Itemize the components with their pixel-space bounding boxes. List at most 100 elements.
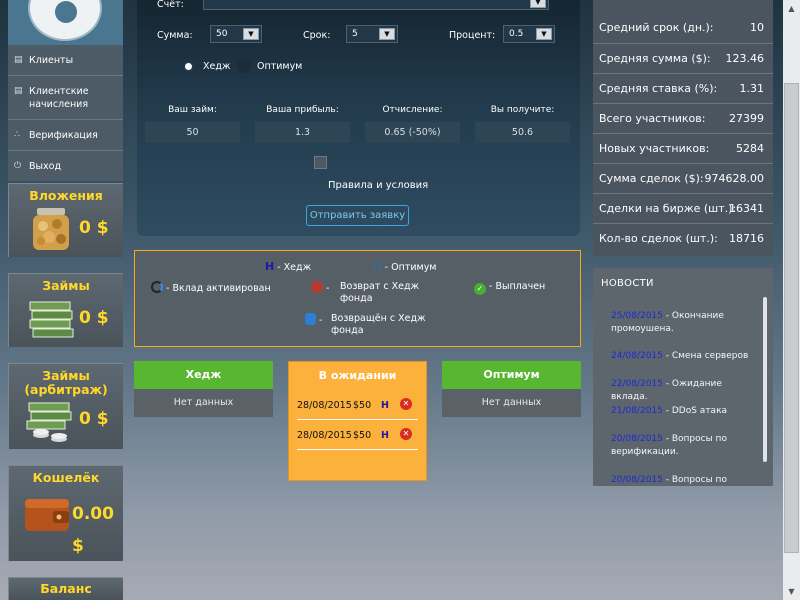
news-text: - DDoS атака — [665, 406, 728, 416]
tile-title: Займы — [42, 278, 90, 293]
sidebar-item-verification[interactable]: ∴ Верификация — [8, 120, 123, 151]
scrollbar-thumb[interactable] — [784, 83, 799, 553]
percent-value: 0.5 — [509, 29, 524, 39]
term-label: Срок: — [303, 30, 331, 41]
stat-value: 16341 — [729, 202, 764, 215]
stat-label: Новых участников: — [599, 142, 710, 155]
news-item[interactable]: 22/08/2015 - Ожидание вклада. — [611, 378, 751, 404]
avatar[interactable] — [8, 0, 123, 45]
stat-value: 123.46 — [725, 52, 765, 65]
term-select[interactable]: 5 ▼ — [346, 25, 398, 43]
scroll-down-icon[interactable]: ▼ — [783, 583, 800, 600]
table-row[interactable]: 28/08/2015 $50 H ✕ — [297, 390, 418, 420]
sidebar-item-clients[interactable]: ▤ Клиенты — [8, 45, 123, 76]
returned-from-icon — [305, 313, 316, 325]
share-icon: ∴ — [14, 130, 20, 140]
news-scrollbar[interactable] — [763, 297, 767, 462]
pending-date: 28/08/2015 — [297, 430, 352, 441]
news-item[interactable]: 24/08/2015 - Смена серверов — [611, 350, 751, 363]
chevron-down-icon: ▼ — [243, 28, 259, 40]
legend-returned-from-label: Возвращён с Хедж фонда — [331, 313, 426, 336]
loan-form: Счёт: ▼ Сумма: 50 ▼ Срок: 5 ▼ Процент: 0… — [137, 0, 580, 236]
sum-label: Сумма: — [157, 30, 193, 41]
sidebar-item-label: Выход — [29, 161, 62, 172]
legend-return-fund-label: Возврат с Хедж фонда — [340, 281, 420, 304]
col-loan-header: Ваш займ: — [168, 105, 217, 115]
news-date: 25/08/2015 — [611, 311, 663, 321]
rules-link[interactable]: Правила и условия — [328, 180, 428, 191]
sidebar-item-label: Клиенты — [29, 55, 74, 66]
news-item[interactable]: 20/08/2015 - Вопросы по — [611, 474, 751, 486]
news-title: НОВОСТИ — [601, 278, 654, 289]
percent-label: Процент: — [449, 30, 496, 41]
sidebar-item-label: Верификация — [29, 130, 98, 141]
sum-select[interactable]: 50 ▼ — [210, 25, 262, 43]
stat-label: Всего участников: — [599, 112, 706, 125]
news-item[interactable]: 21/08/2015 - DDoS атака — [611, 405, 751, 418]
stat-row: Кол-во сделок (шт.): 18716 — [593, 223, 773, 253]
tile-loans-arbitrage[interactable]: Займы (арбитраж) 0 $ — [8, 363, 123, 449]
stats-panel: Средний срок (дн.): 10 Средняя сумма ($):… — [593, 0, 773, 256]
column-hedge-empty: Нет данных — [134, 389, 273, 417]
percent-select[interactable]: 0.5 ▼ — [503, 25, 555, 43]
tile-deposits[interactable]: Вложения 0 $ — [8, 183, 123, 257]
tile-balance[interactable]: Баланс — [8, 577, 123, 600]
stat-label: Кол-во сделок (шт.): — [599, 232, 718, 245]
sidebar-item-logout[interactable]: ⏻ Выход — [8, 151, 123, 181]
stat-value: 10 — [750, 21, 764, 34]
account-select[interactable]: ▼ — [203, 0, 549, 10]
legend-activated-label: Вклад активирован — [172, 283, 271, 294]
table-row[interactable]: 28/08/2015 $50 H ✕ — [297, 420, 418, 450]
column-optimum-empty: Нет данных — [442, 389, 581, 417]
chevron-down-icon: ▼ — [530, 0, 546, 8]
radio-optimum-label: Оптимум — [257, 61, 303, 72]
sidebar-item-client-accruals[interactable]: ▤ Клиентские начисления — [8, 76, 123, 120]
radio-hedge[interactable] — [183, 61, 194, 72]
return-fund-icon — [311, 281, 323, 293]
chevron-down-icon: ▼ — [379, 28, 395, 40]
loan-value: 50 — [145, 122, 240, 143]
pending-amount: $50 — [353, 400, 372, 411]
news-text: - Смена серверов — [665, 351, 749, 361]
legend-optimum-label: Оптимум — [391, 262, 437, 273]
stat-label: Средний срок (дн.): — [599, 21, 714, 34]
page-scrollbar[interactable]: ▲ ▼ — [783, 0, 800, 600]
news-date: 22/08/2015 — [611, 379, 663, 389]
stat-label: Средняя сумма ($): — [599, 52, 711, 65]
profit-value: 1.3 — [255, 122, 350, 143]
news-date: 21/08/2015 — [611, 406, 663, 416]
tile-title: Кошелёк — [32, 470, 100, 485]
col-fee-header: Отчисление: — [382, 105, 443, 115]
chart-icon: ▤ — [14, 55, 23, 65]
tile-amount: 0 $ — [79, 409, 109, 429]
column-optimum: Оптимум Нет данных — [442, 361, 581, 417]
tile-amount: 0 $ — [79, 218, 109, 238]
submit-button[interactable]: Отправить заявку — [306, 205, 409, 226]
tile-loans[interactable]: Займы 0 $ — [8, 273, 123, 347]
news-text: - Вопросы по — [665, 475, 727, 485]
column-optimum-title: Оптимум — [442, 361, 581, 389]
radio-optimum[interactable] — [237, 59, 251, 73]
news-item[interactable]: 20/08/2015 - Вопросы по верификации. — [611, 433, 751, 459]
scroll-up-icon[interactable]: ▲ — [783, 0, 800, 17]
legend-panel: H- Хедж O- Оптимум - Вклад активирован -… — [134, 250, 581, 347]
news-date: 20/08/2015 — [611, 434, 663, 444]
tile-amount: 0 $ — [79, 308, 109, 328]
user-avatar-icon — [28, 0, 102, 41]
stat-row: Новых участников: 5284 — [593, 133, 773, 163]
term-value: 5 — [352, 29, 358, 39]
cancel-icon[interactable]: ✕ — [400, 398, 412, 410]
pending-type: H — [381, 430, 389, 441]
activated-icon — [151, 281, 163, 293]
pending-type: H — [381, 400, 389, 411]
power-icon: ⏻ — [14, 161, 22, 171]
tile-title: Займы (арбитраж) — [24, 368, 108, 397]
tile-wallet[interactable]: Кошелёк 0.00 $ — [8, 465, 123, 561]
receive-value: 50.6 — [475, 122, 570, 143]
stat-row: Сделки на бирже (шт.): 16341 — [593, 193, 773, 223]
cancel-icon[interactable]: ✕ — [400, 428, 412, 440]
news-item[interactable]: 25/08/2015 - Окончание промоушена. — [611, 310, 751, 336]
column-pending: В ожидании 28/08/2015 $50 H ✕ 28/08/2015… — [288, 361, 427, 481]
stat-value: 27399 — [729, 112, 764, 125]
rules-checkbox[interactable] — [314, 156, 327, 169]
